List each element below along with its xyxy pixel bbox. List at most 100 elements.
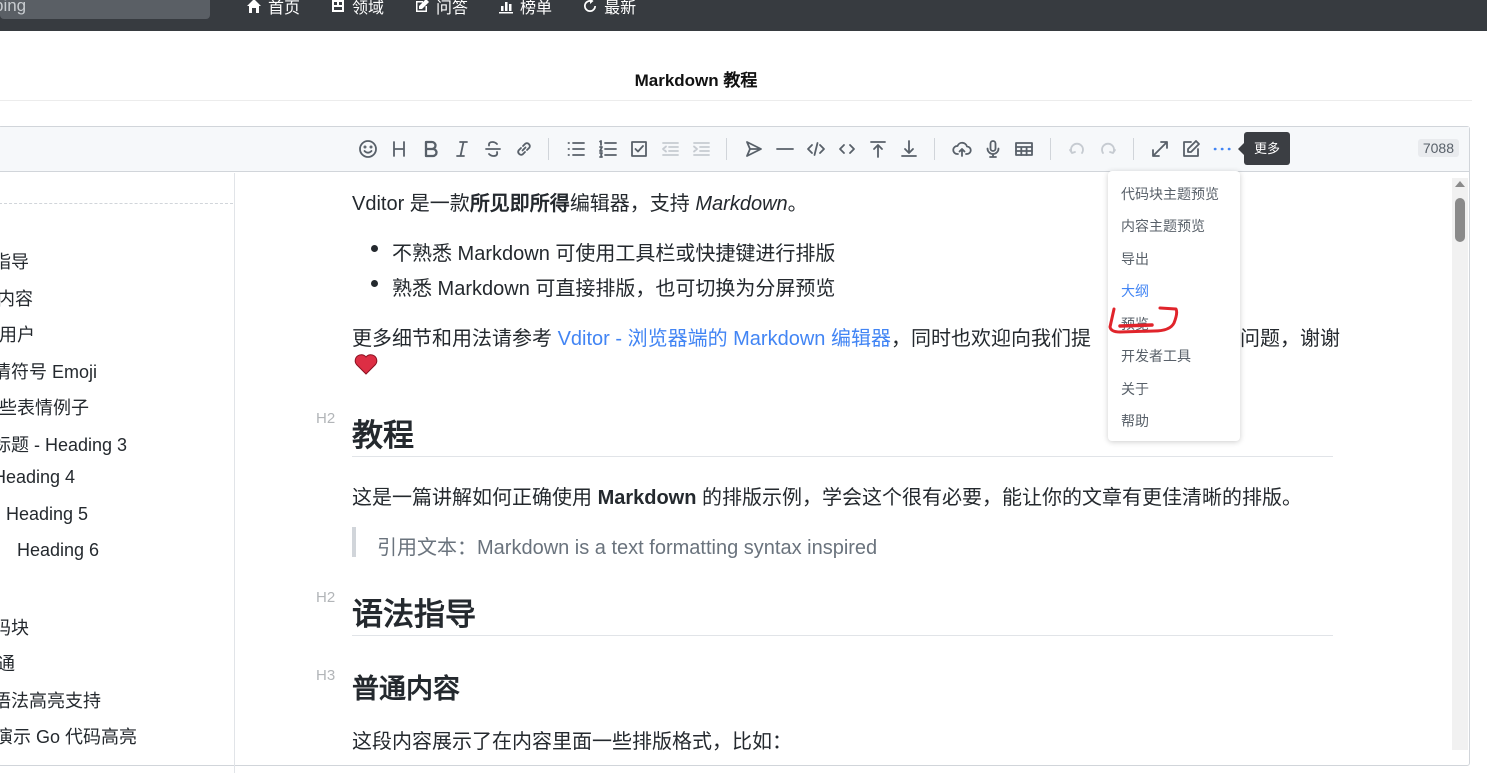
syntax-heading: 语法指导 (352, 597, 476, 632)
outline-panel: 指导 内容 用户 情符号 Emoji 些表情例子 标题 - Heading 3 … (0, 173, 235, 773)
tutorial-text: 这是一篇讲解如何正确使用 (352, 487, 598, 509)
nav-rank[interactable]: 榜单 (498, 0, 552, 17)
nav-latest-label: 最新 (604, 0, 637, 17)
scrollbar-thumb[interactable] (1455, 198, 1465, 242)
emoji-button[interactable] (356, 137, 380, 161)
redo-icon (1101, 142, 1116, 154)
outline-item[interactable]: 标题 - Heading 3 (0, 431, 127, 457)
outline-item[interactable]: 指导 (0, 248, 29, 274)
upload-button[interactable] (950, 137, 974, 161)
ordered-list-button[interactable] (596, 137, 620, 161)
heading-button[interactable] (387, 137, 411, 161)
scroll-up-arrow-icon[interactable] (1455, 181, 1465, 187)
record-button[interactable] (981, 137, 1005, 161)
strike-button[interactable] (481, 137, 505, 161)
nav-home[interactable]: 首页 (246, 0, 300, 17)
check-icon (631, 141, 647, 157)
markdown-editor: 更多 7088 指导 内容 用户 情符号 Emoji 些表情例子 标题 - He… (0, 126, 1470, 773)
reference-tail: 问题，谢谢 (1240, 328, 1340, 350)
outline-item[interactable]: Heading 6 (17, 540, 99, 561)
record-icon (986, 140, 1000, 158)
check-button[interactable] (627, 137, 651, 161)
outline-item[interactable]: 演示 Go 代码高亮 (0, 723, 137, 749)
inline-code-icon (839, 144, 855, 154)
heart-emoji-icon (354, 354, 378, 375)
chart-icon (499, 2, 514, 14)
menu-item-export[interactable]: 导出 (1121, 249, 1149, 269)
search-input[interactable]: bing (0, 0, 210, 19)
fullscreen-icon (1152, 141, 1168, 157)
edit-mode-button[interactable] (1179, 137, 1203, 161)
outline-item[interactable]: Heading 4 (0, 467, 75, 488)
indent-button[interactable] (689, 137, 713, 161)
more-tooltip: 更多 (1237, 132, 1291, 165)
intro-text: Vditor 是一款 (352, 193, 470, 215)
insert-before-icon (870, 141, 886, 158)
link-icon (517, 142, 531, 156)
list-icon (567, 142, 585, 156)
code-icon (807, 142, 825, 156)
outline-item[interactable]: 码块 (0, 614, 29, 640)
insert-after-icon (901, 140, 917, 157)
toolbar-divider (934, 138, 935, 160)
italic-icon (456, 141, 468, 157)
tutorial-text-2: 的排版示例，学会这个很有必要，能让你的文章有更佳清晰的排版。 (696, 487, 1303, 509)
bold-button[interactable] (419, 137, 443, 161)
menu-item-devtools[interactable]: 开发者工具 (1121, 346, 1191, 366)
code-block-button[interactable] (804, 137, 828, 161)
table-button[interactable] (1012, 137, 1036, 161)
outline-item[interactable]: 内容 (0, 285, 33, 311)
blockquote-text: 引用文本：Markdown is a text formatting synta… (377, 537, 878, 559)
menu-item-about[interactable]: 关于 (1121, 379, 1149, 399)
heading-underline (352, 635, 1333, 636)
line-icon (776, 148, 794, 150)
heading-underline (352, 456, 1333, 457)
menu-item-content-theme[interactable]: 内容主题预览 (1121, 216, 1205, 236)
intro-italic: Markdown (695, 193, 788, 215)
nav-domain-label: 领域 (352, 0, 385, 17)
redo-button[interactable] (1096, 137, 1120, 161)
bullet-dot (371, 245, 378, 252)
menu-item-code-theme[interactable]: 代码块主题预览 (1121, 184, 1219, 204)
more-button[interactable] (1210, 137, 1234, 161)
inline-code-button[interactable] (835, 137, 859, 161)
menu-item-outline[interactable]: 大纲 (1121, 281, 1149, 301)
home-icon (247, 0, 261, 13)
insert-after-button[interactable] (897, 137, 921, 161)
nav-qa[interactable]: 问答 (414, 0, 468, 17)
line-button[interactable] (773, 137, 797, 161)
bullet-item: 不熟悉 Markdown 可使用工具栏或快捷键进行排版 (392, 243, 836, 265)
red-annotation-mark (1108, 306, 1179, 334)
main-nav: 首页 领域 问答 榜单 最新 (246, 0, 636, 17)
outdent-button[interactable] (658, 137, 682, 161)
top-navbar: bing 首页 领域 问答 榜单 最新 (0, 0, 1487, 31)
nav-domain[interactable]: 领域 (330, 0, 384, 17)
intro-text-2: 编辑器，支持 (569, 193, 696, 215)
nav-home-label: 首页 (268, 0, 301, 17)
outline-item[interactable]: 用户 (0, 321, 35, 347)
outline-item[interactable]: 些表情例子 (0, 394, 89, 420)
italic-button[interactable] (450, 137, 474, 161)
link-button[interactable] (512, 137, 536, 161)
insert-before-button[interactable] (866, 137, 890, 161)
tutorial-paragraph: 这是一篇讲解如何正确使用 Markdown 的排版示例，学会这个很有必要，能让你… (352, 481, 1302, 510)
nav-latest[interactable]: 最新 (582, 0, 636, 17)
vditor-link[interactable]: Vditor - 浏览器端的 Markdown 编辑器 (558, 328, 891, 350)
list-button[interactable] (564, 137, 588, 161)
nav-rank-label: 榜单 (520, 0, 553, 17)
tutorial-heading: 教程 (352, 418, 414, 453)
outline-item[interactable]: Heading 5 (6, 504, 88, 525)
menu-item-help[interactable]: 帮助 (1121, 411, 1149, 431)
qa-edit-icon (416, 0, 430, 12)
page-title: Markdown 教程 (634, 71, 758, 90)
outline-item[interactable]: 语法高亮支持 (0, 687, 101, 713)
outline-item[interactable]: 通 (0, 650, 15, 676)
undo-button[interactable] (1065, 137, 1089, 161)
outline-item[interactable]: 情符号 Emoji (0, 358, 97, 384)
refresh-icon (584, 0, 597, 12)
quote-button[interactable] (742, 137, 766, 161)
fullscreen-button[interactable] (1148, 137, 1172, 161)
title-divider (0, 100, 1472, 101)
table-icon (1015, 142, 1033, 156)
content-scrollbar[interactable] (1452, 178, 1468, 750)
